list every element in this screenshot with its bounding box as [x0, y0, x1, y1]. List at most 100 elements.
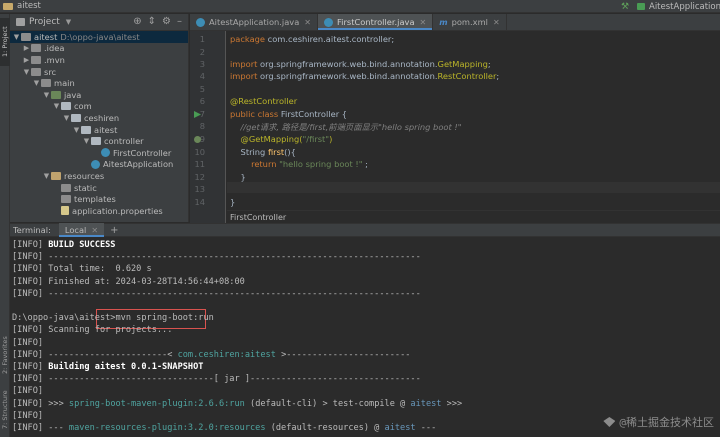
terminal-text: --------------------------------[ jar ]-… — [48, 374, 421, 385]
line-number: 2 — [199, 46, 205, 57]
tree-item[interactable]: application.properties — [10, 205, 188, 217]
tree-item[interactable]: ▼ com — [10, 101, 188, 113]
code-line-7: public class FirstController { — [230, 109, 348, 119]
tree-item[interactable]: ▼ src — [10, 66, 188, 78]
tree-item[interactable]: ▼ ceshiren — [10, 112, 188, 124]
code-editor[interactable]: package com.ceshiren.aitest.controller; … — [227, 31, 720, 223]
tree-item-label: .idea — [44, 43, 65, 54]
locate-icon[interactable]: ⊕ — [133, 16, 141, 27]
tree-item[interactable]: ▼ aitest D:\oppo-java\aitest — [10, 31, 188, 43]
folder-icon — [21, 32, 31, 41]
tree-item[interactable]: static — [10, 182, 188, 194]
collapse-all-icon[interactable]: ⇕ — [148, 16, 156, 27]
tree-item-label: static — [74, 182, 97, 193]
tree-item[interactable]: FirstController — [10, 147, 188, 159]
line-number: 14 — [194, 197, 205, 207]
left-tool-stripe: 1: Project 2: Favorites 7: Structure — [0, 14, 10, 437]
tree-item[interactable]: ▼ resources — [10, 170, 188, 182]
chevron-down-icon[interactable]: ▼ — [42, 91, 51, 99]
tree-item-path: D:\oppo-java\aitest — [60, 31, 140, 42]
tree-item[interactable]: ▶ .idea — [10, 43, 188, 55]
editor-tab[interactable]: AitestApplication.java ✕ — [190, 14, 318, 30]
watermark: @稀土掘金技术社区 — [603, 414, 714, 430]
terminal-line: [INFO] BUILD SUCCESS — [12, 240, 115, 250]
terminal-line: [INFO] ---------------------------------… — [12, 252, 421, 262]
terminal-text: [INFO] — [12, 325, 49, 336]
line-number: 10 — [194, 147, 205, 157]
spring-mapping-icon[interactable] — [194, 136, 201, 143]
terminal-text: [INFO] — [12, 288, 49, 299]
terminal-text: -----------------------< — [48, 349, 178, 360]
code-line-4: import org.springframework.web.bind.anno… — [230, 71, 500, 81]
editor-breadcrumb[interactable]: FirstController — [227, 210, 720, 223]
tree-item[interactable]: ▼ java — [10, 89, 188, 101]
favorites-tool-tab[interactable]: 2: Favorites — [0, 330, 10, 380]
tree-item[interactable]: ▼ controller — [10, 135, 188, 147]
terminal-text: ----------------------------------------… — [48, 288, 421, 299]
chevron-down-icon[interactable]: ▼ — [12, 33, 21, 41]
package-icon — [91, 137, 101, 146]
terminal-tab-local[interactable]: Local ✕ — [58, 223, 105, 237]
chevron-right-icon[interactable]: ▶ — [22, 44, 31, 52]
terminal-line: [INFO] Building aitest 0.0.1-SNAPSHOT — [12, 362, 203, 372]
folder-icon — [41, 79, 51, 88]
terminal-text: BUILD SUCCESS — [48, 240, 116, 250]
terminal-label: Terminal: — [13, 225, 51, 235]
class-icon — [101, 148, 110, 158]
title-bar: aitest ⚒ AitestApplication — [0, 0, 720, 13]
hide-icon[interactable]: – — [177, 16, 182, 27]
terminal-text: aitest — [410, 398, 442, 409]
code-line-12: } — [230, 172, 246, 182]
chevron-down-icon[interactable]: ▼ — [66, 18, 71, 26]
chevron-down-icon[interactable]: ▼ — [42, 172, 51, 180]
chevron-down-icon[interactable]: ▼ — [22, 68, 31, 76]
chevron-down-icon[interactable]: ▼ — [82, 137, 91, 145]
watermark-text: @稀土掘金技术社区 — [619, 416, 714, 429]
close-icon[interactable]: ✕ — [420, 18, 427, 27]
line-number: 13 — [194, 184, 205, 194]
chevron-right-icon[interactable]: ▶ — [22, 56, 31, 64]
structure-tool-tab[interactable]: 7: Structure — [0, 386, 10, 434]
terminal-text: D:\oppo-java\aitest> — [12, 313, 116, 324]
build-hammer-icon[interactable]: ⚒ — [621, 2, 629, 12]
line-number: 4 — [199, 71, 205, 81]
close-icon[interactable]: ✕ — [91, 226, 98, 235]
chevron-down-icon[interactable]: ▼ — [62, 114, 71, 122]
terminal-text: [INFO] — [12, 386, 49, 397]
terminal-line: [INFO] >>> spring-boot-maven-plugin:2.6.… — [12, 399, 462, 409]
editor-tab[interactable]: m pom.xml ✕ — [433, 14, 507, 30]
tree-item-label: src — [44, 66, 57, 77]
folder-icon — [61, 195, 71, 204]
project-view-label[interactable]: Project — [29, 17, 60, 27]
terminal-line: [INFO] --- maven-resources-plugin:3.2.0:… — [12, 423, 436, 433]
chevron-down-icon[interactable]: ▼ — [72, 126, 81, 134]
terminal-text: Scanning for projects... — [48, 325, 173, 336]
run-configuration-selector[interactable]: AitestApplication — [637, 0, 720, 13]
close-icon[interactable]: ✕ — [493, 18, 500, 27]
current-line-highlight — [227, 182, 720, 193]
tree-item[interactable]: AitestApplication — [10, 159, 188, 171]
chevron-down-icon[interactable]: ▼ — [52, 102, 61, 110]
package-icon — [71, 113, 81, 122]
gear-icon[interactable]: ⚙ — [162, 16, 171, 27]
close-icon[interactable]: ✕ — [304, 18, 311, 27]
terminal-text: [INFO] — [12, 423, 49, 433]
terminal-output[interactable]: [INFO] BUILD SUCCESS [INFO] -------------… — [10, 237, 720, 437]
run-config-icon — [637, 3, 645, 10]
tree-item[interactable]: ▼ main — [10, 77, 188, 89]
properties-file-icon — [61, 206, 69, 216]
chevron-down-icon[interactable]: ▼ — [32, 79, 41, 87]
tree-item[interactable]: templates — [10, 193, 188, 205]
tree-item[interactable]: ▼ aitest — [10, 124, 188, 136]
terminal-text: [INFO] — [12, 410, 49, 421]
code-line-11: return "hello spring boot !" ; — [230, 159, 368, 169]
terminal-text: [INFO] — [12, 264, 49, 275]
project-tool-tab[interactable]: 1: Project — [0, 18, 10, 66]
new-terminal-plus-icon[interactable]: + — [110, 225, 118, 236]
tree-item[interactable]: ▶ .mvn — [10, 54, 188, 66]
project-view-icon — [16, 18, 25, 26]
editor-tab[interactable]: FirstController.java ✕ — [318, 14, 434, 30]
terminal-line: [INFO] Scanning for projects... — [12, 325, 172, 335]
folder-icon — [31, 44, 41, 53]
tree-item-label: java — [64, 89, 82, 100]
